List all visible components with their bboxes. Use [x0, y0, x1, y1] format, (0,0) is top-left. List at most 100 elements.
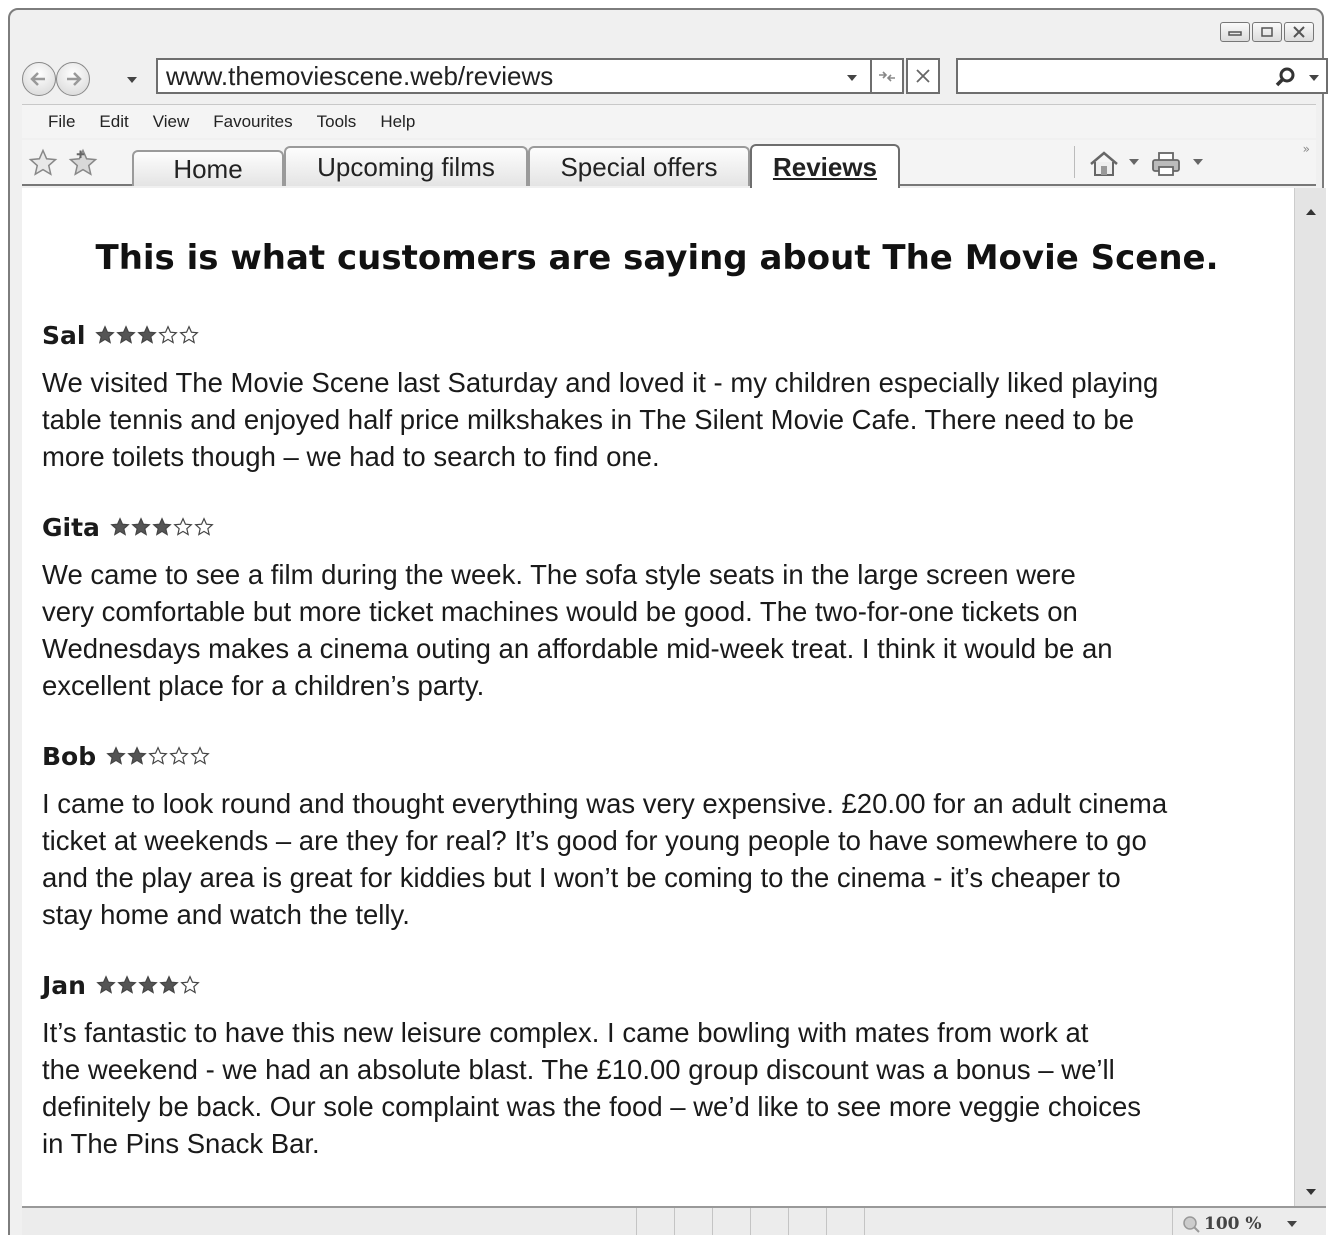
star-empty-icon — [179, 325, 200, 344]
star-empty-icon — [169, 746, 189, 765]
minimize-icon — [1228, 31, 1242, 36]
print-dropdown-icon[interactable] — [1192, 158, 1204, 166]
star-empty-icon — [180, 975, 200, 994]
star-empty-icon — [190, 746, 210, 765]
zoom-icon — [1183, 1216, 1200, 1233]
star-empty-icon — [173, 517, 193, 536]
tab-home[interactable]: Home — [132, 150, 284, 186]
review-item: Bob I came to look round and thought eve… — [42, 739, 1282, 933]
star-filled-icon — [116, 325, 137, 344]
status-divider — [674, 1208, 675, 1235]
review-text: We came to see a film during the week. T… — [42, 559, 1113, 701]
review-text: It’s fantastic to have this new leisure … — [42, 1017, 1142, 1159]
star-empty-icon — [148, 746, 168, 765]
star-rating — [106, 746, 210, 766]
status-divider — [788, 1208, 789, 1235]
close-icon — [916, 69, 930, 83]
status-divider — [636, 1208, 637, 1235]
toolbar-separator — [1074, 146, 1075, 178]
home-dropdown-icon[interactable] — [1128, 158, 1140, 166]
status-divider — [864, 1208, 865, 1235]
review-item: Gita We came to see a film during the we… — [42, 510, 1282, 704]
review-text: I came to look round and thought everyth… — [42, 788, 1168, 930]
star-filled-icon — [117, 975, 137, 994]
star-icon[interactable] — [28, 148, 58, 178]
vertical-scrollbar[interactable] — [1294, 188, 1326, 1206]
review-item: Jan It’s fantastic to have this new leis… — [42, 968, 1282, 1162]
reviewer-name: Jan — [42, 970, 86, 1000]
page-content: This is what customers are saying about … — [22, 188, 1294, 1206]
maximize-button[interactable] — [1252, 22, 1282, 42]
menu-bar: File Edit View Favourites Tools Help — [22, 104, 1316, 138]
star-filled-icon — [110, 517, 130, 536]
refresh-icon — [879, 71, 895, 82]
tab-bar: Home Upcoming films Special offers Revie… — [22, 140, 1316, 190]
forward-button[interactable] — [56, 62, 90, 96]
maximize-icon — [1261, 27, 1273, 37]
star-filled-icon — [159, 975, 179, 994]
scroll-down-icon[interactable] — [1305, 1188, 1317, 1196]
menu-favourites[interactable]: Favourites — [213, 112, 292, 132]
close-window-button[interactable] — [1284, 22, 1314, 42]
page-title: This is what customers are saying about … — [95, 238, 1219, 278]
star-filled-icon — [138, 975, 158, 994]
refresh-button[interactable] — [870, 58, 904, 94]
zoom-level: 100 % — [1204, 1214, 1262, 1234]
star-empty-icon — [158, 325, 179, 344]
reviewer-name: Bob — [42, 741, 97, 771]
status-divider — [750, 1208, 751, 1235]
star-filled-icon — [152, 517, 172, 536]
zoom-dropdown-icon[interactable] — [1286, 1220, 1298, 1228]
address-url[interactable]: www.themoviescene.web/reviews — [166, 61, 553, 92]
menu-edit[interactable]: Edit — [99, 112, 128, 132]
reviewer-header: Gita — [42, 510, 1282, 544]
stop-button[interactable] — [906, 58, 940, 94]
tab-reviews[interactable]: Reviews — [750, 144, 900, 190]
search-input[interactable] — [956, 58, 1328, 94]
star-empty-icon — [194, 517, 214, 536]
star-rating — [110, 517, 214, 537]
reviewer-name: Gita — [42, 512, 100, 542]
reviewer-header: Sal — [42, 318, 1282, 352]
status-divider — [712, 1208, 713, 1235]
address-dropdown-icon[interactable] — [846, 74, 858, 82]
minimize-button[interactable] — [1220, 22, 1250, 42]
tab-upcoming-films[interactable]: Upcoming films — [284, 146, 528, 186]
zoom-control[interactable]: 100 % — [1182, 1214, 1298, 1234]
star-filled-icon — [127, 746, 147, 765]
status-divider — [1172, 1208, 1173, 1235]
menu-help[interactable]: Help — [380, 112, 415, 132]
status-divider — [826, 1208, 827, 1235]
menu-file[interactable]: File — [48, 112, 75, 132]
status-bar: 100 % — [22, 1206, 1326, 1235]
history-dropdown-icon[interactable] — [126, 76, 138, 84]
browser-window: www.themoviescene.web/reviews File Edit … — [8, 8, 1328, 1235]
menu-tools[interactable]: Tools — [317, 112, 357, 132]
star-filled-icon — [95, 325, 116, 344]
close-icon — [1293, 26, 1305, 38]
search-icon[interactable] — [1274, 66, 1296, 88]
print-icon[interactable] — [1150, 150, 1182, 178]
forward-arrow-icon — [67, 72, 82, 86]
scroll-up-icon[interactable] — [1305, 208, 1317, 216]
review-item: Sal We visited The Movie Scene last Satu… — [42, 318, 1282, 475]
back-arrow-icon — [30, 72, 45, 86]
menu-view[interactable]: View — [153, 112, 190, 132]
star-filled-icon — [137, 325, 158, 344]
reviewer-name: Sal — [42, 320, 86, 350]
search-dropdown-icon[interactable] — [1308, 74, 1320, 82]
add-favorite-icon[interactable] — [68, 148, 98, 178]
review-text: We visited The Movie Scene last Saturday… — [42, 367, 1159, 472]
chevron-right-icon[interactable]: » — [1303, 142, 1310, 156]
star-filled-icon — [131, 517, 151, 536]
star-rating — [96, 975, 200, 995]
navigation-bar: www.themoviescene.web/reviews — [22, 58, 1328, 100]
home-icon[interactable] — [1088, 150, 1120, 178]
reviewer-header: Bob — [42, 739, 1282, 773]
tab-special-offers[interactable]: Special offers — [528, 146, 750, 186]
star-rating — [95, 325, 200, 345]
star-filled-icon — [96, 975, 116, 994]
back-button[interactable] — [22, 62, 56, 96]
reviewer-header: Jan — [42, 968, 1282, 1002]
address-bar[interactable]: www.themoviescene.web/reviews — [156, 58, 940, 94]
